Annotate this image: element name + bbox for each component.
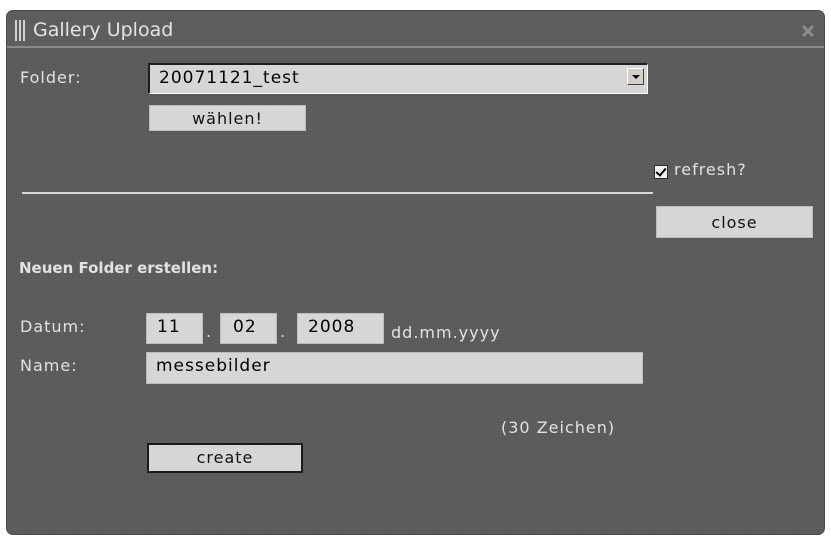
folder-label: Folder: [20, 68, 82, 87]
create-folder-heading: Neuen Folder erstellen: [19, 259, 219, 277]
date-format-hint: dd.mm.yyyy [391, 323, 501, 342]
name-label: Name: [20, 356, 78, 375]
name-input[interactable]: messebilder [146, 352, 643, 384]
create-button[interactable]: create [147, 443, 303, 473]
date-label: Datum: [20, 317, 86, 336]
divider [22, 192, 653, 194]
drag-grip-icon[interactable] [15, 20, 29, 41]
close-x-icon[interactable] [798, 21, 818, 41]
title-bar[interactable]: Gallery Upload [7, 11, 824, 48]
gallery-upload-window: Gallery Upload Folder: 20071121_test wäh… [6, 10, 825, 535]
month-input[interactable]: 02 [220, 313, 277, 344]
window-title: Gallery Upload [33, 19, 174, 41]
day-input[interactable]: 11 [146, 313, 203, 344]
close-button[interactable]: close [656, 206, 813, 238]
choose-folder-button[interactable]: wählen! [149, 105, 306, 131]
folder-selected-value: 20071121_test [159, 68, 300, 88]
chevron-down-icon[interactable] [627, 68, 644, 85]
char-limit-hint: (30 Zeichen) [501, 418, 616, 437]
year-input[interactable]: 2008 [297, 313, 384, 344]
refresh-checkbox[interactable] [654, 165, 668, 179]
date-separator: . [280, 322, 286, 341]
folder-select[interactable]: 20071121_test [148, 63, 648, 94]
date-separator: . [206, 322, 212, 341]
refresh-label: refresh? [674, 160, 747, 179]
